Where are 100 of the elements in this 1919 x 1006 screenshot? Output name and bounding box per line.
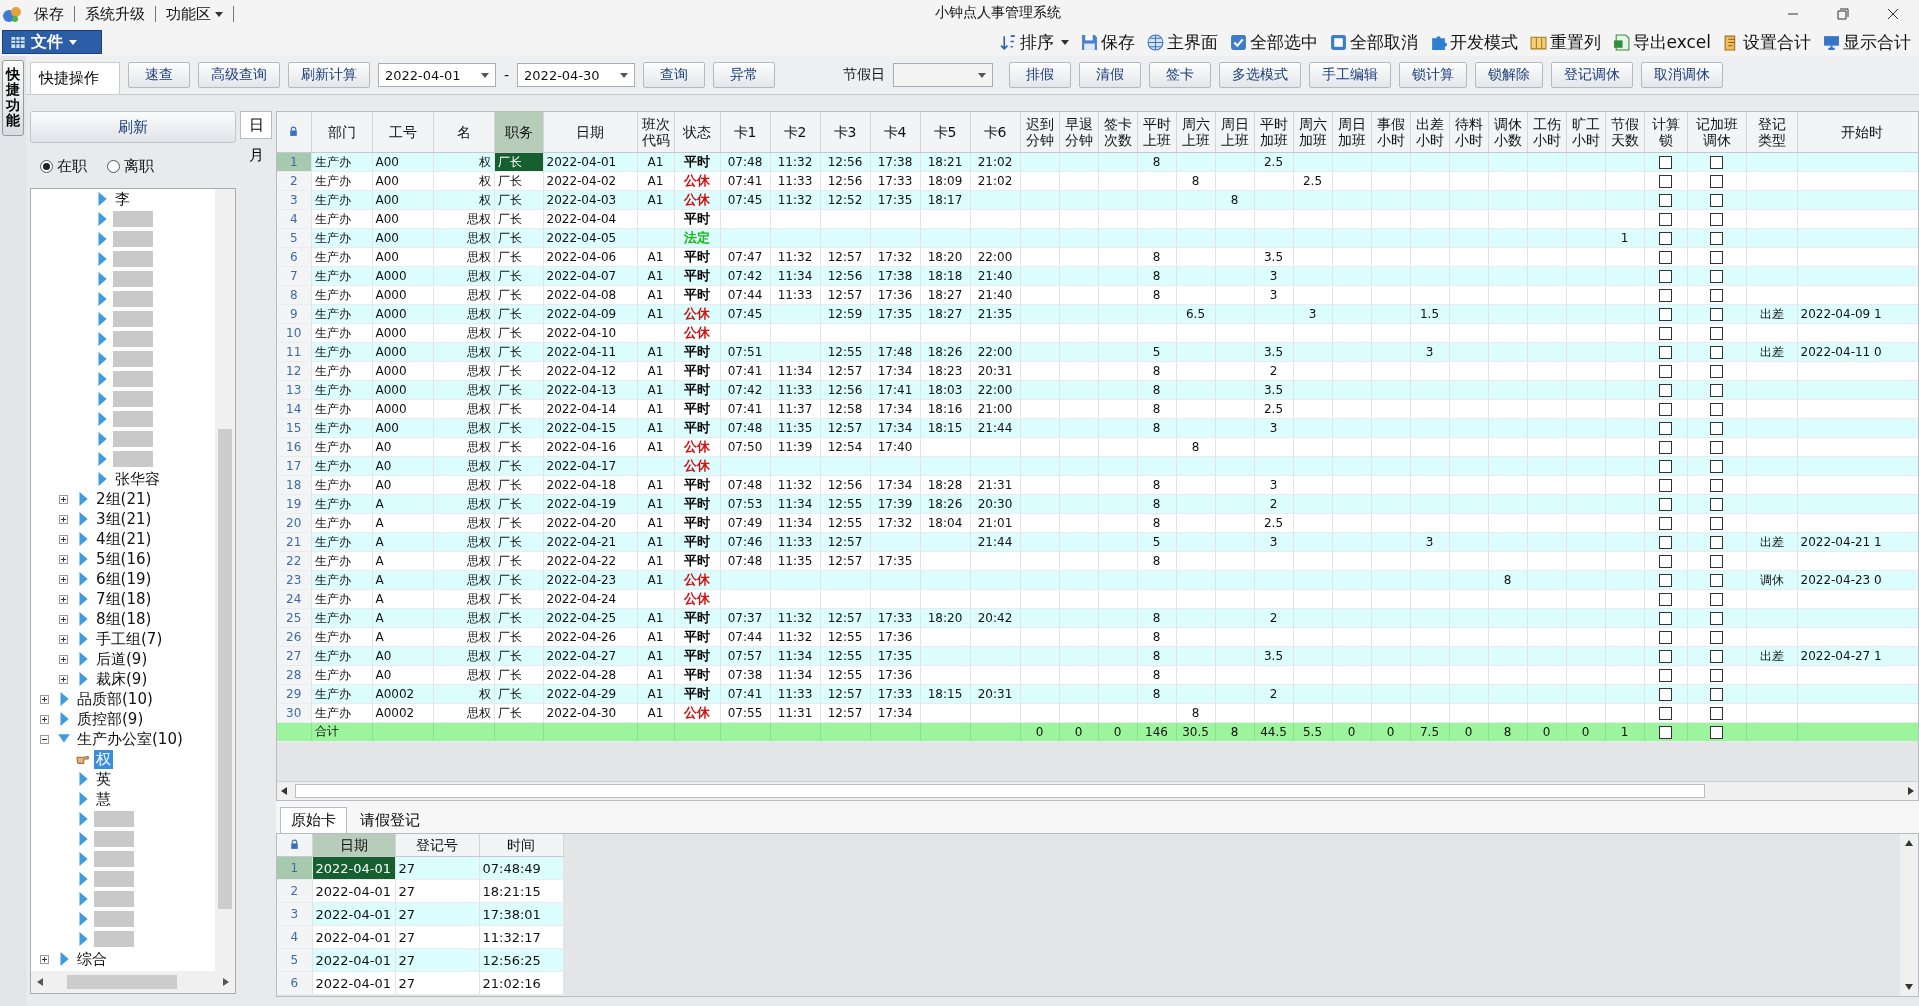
column-header[interactable]: 卡6 (970, 112, 1020, 153)
column-header[interactable]: 状态 (674, 112, 720, 153)
tree-item[interactable]: 质控部(9) (75, 709, 146, 729)
checkbox[interactable] (1710, 631, 1723, 644)
checkbox[interactable] (1710, 707, 1723, 720)
column-header[interactable]: 日期 (543, 112, 637, 153)
checkbox[interactable] (1659, 156, 1672, 169)
tree-item[interactable]: 3组(21) (94, 509, 154, 529)
tree-item[interactable]: 8组(18) (94, 609, 154, 629)
expander-icon[interactable] (59, 554, 68, 564)
toolbar-button[interactable]: 全部取消 (1327, 30, 1420, 54)
expander-icon[interactable] (40, 734, 49, 744)
scroll-down-icon[interactable] (1905, 984, 1913, 990)
column-header[interactable]: 登记号 (395, 834, 479, 857)
checkbox[interactable] (1659, 308, 1672, 321)
period-tab[interactable]: 日 (240, 111, 272, 139)
column-header[interactable]: 签卡 次数 (1098, 112, 1137, 153)
column-header[interactable]: 工号 (372, 112, 433, 153)
checkbox[interactable] (1710, 688, 1723, 701)
column-header[interactable]: 卡4 (870, 112, 920, 153)
tree-item[interactable]: 李 (113, 189, 132, 209)
checkbox[interactable] (1659, 175, 1672, 188)
caret-icon[interactable] (215, 11, 223, 17)
checkbox[interactable] (1659, 574, 1672, 587)
checkbox[interactable] (1659, 707, 1672, 720)
column-header[interactable]: 卡3 (820, 112, 870, 153)
checkbox[interactable] (1659, 327, 1672, 340)
scroll-right-icon[interactable] (223, 978, 229, 986)
expander-icon[interactable] (59, 594, 68, 604)
checkbox[interactable] (1659, 517, 1672, 530)
checkbox[interactable] (1710, 517, 1723, 530)
column-header[interactable]: 周日 上班 (1215, 112, 1254, 153)
toolbar-button[interactable]: 显示合计 (1821, 30, 1913, 54)
row-number[interactable]: 3 (277, 902, 312, 926)
row-number[interactable]: 5 (277, 948, 312, 972)
checkbox[interactable] (1710, 725, 1723, 739)
toolbar-button[interactable]: 排序 (997, 30, 1071, 54)
row-number[interactable]: 4 (277, 925, 312, 949)
action-button[interactable]: 锁计算 (1399, 62, 1468, 88)
tree-item[interactable]: 综合 (75, 949, 109, 969)
column-header[interactable]: 平时 加班 (1254, 112, 1293, 153)
column-header[interactable]: 周日 加班 (1332, 112, 1371, 153)
checkbox[interactable] (1659, 536, 1672, 549)
quick-ops-tab[interactable]: 快捷操作 (30, 62, 120, 94)
checkbox[interactable] (1659, 650, 1672, 663)
column-header[interactable] (277, 112, 311, 153)
action-button[interactable]: 签卡 (1149, 62, 1212, 88)
checkbox[interactable] (1710, 194, 1723, 207)
toolbar-button[interactable]: 保存 (1078, 30, 1137, 54)
tree-item[interactable]: 2组(21) (94, 489, 154, 509)
tree-item[interactable]: 5组(16) (94, 549, 154, 569)
scrollbar[interactable] (277, 781, 1918, 800)
checkbox[interactable] (1659, 384, 1672, 397)
column-header[interactable]: 早退 分钟 (1059, 112, 1098, 153)
date-field[interactable]: 2022-04-01 (378, 63, 496, 87)
checkbox[interactable] (1659, 213, 1672, 226)
action-button[interactable]: 异常 (713, 62, 776, 88)
checkbox[interactable] (1659, 498, 1672, 511)
status-radio[interactable]: 离职 (107, 157, 154, 176)
action-button[interactable]: 刷新计算 (288, 62, 370, 88)
checkbox[interactable] (1710, 650, 1723, 663)
expander-icon[interactable] (59, 634, 68, 644)
checkbox[interactable] (1659, 232, 1672, 245)
expander-icon[interactable] (59, 534, 68, 544)
toolbar-button[interactable]: 设置合计 (1721, 30, 1813, 54)
close-icon[interactable] (1887, 8, 1899, 20)
detail-tab[interactable]: 原始卡 (280, 807, 347, 833)
column-header[interactable]: 部门 (311, 112, 372, 153)
column-header[interactable]: 出差 小时 (1410, 112, 1449, 153)
caret-icon[interactable] (481, 72, 489, 78)
scroll-left-icon[interactable] (37, 978, 43, 986)
toolbar-button[interactable]: 导出excel (1610, 30, 1713, 54)
toolbar-button[interactable]: 全部选中 (1227, 30, 1320, 54)
action-button[interactable]: 速查 (128, 62, 190, 88)
quick-access-item[interactable]: 保存 (28, 4, 70, 24)
column-header[interactable]: 工伤 小时 (1527, 112, 1566, 153)
tree-item[interactable]: 英 (94, 769, 113, 789)
checkbox[interactable] (1710, 289, 1723, 302)
expander-icon[interactable] (59, 494, 68, 504)
checkbox[interactable] (1710, 156, 1723, 169)
checkbox[interactable] (1710, 441, 1723, 454)
scrollbar[interactable] (31, 971, 235, 993)
checkbox[interactable] (1659, 422, 1672, 435)
quick-access-item[interactable]: 系统升级 (79, 4, 151, 24)
column-header[interactable]: 周六 加班 (1293, 112, 1332, 153)
checkbox[interactable] (1659, 194, 1672, 207)
action-button[interactable]: 查询 (643, 62, 706, 88)
checkbox[interactable] (1659, 593, 1672, 606)
tree-item[interactable]: 手工组(7) (94, 629, 165, 649)
column-header[interactable]: 待料 小时 (1449, 112, 1488, 153)
checkbox[interactable] (1710, 422, 1723, 435)
checkbox[interactable] (1710, 232, 1723, 245)
checkbox[interactable] (1710, 593, 1723, 606)
action-button[interactable]: 清假 (1079, 62, 1142, 88)
checkbox[interactable] (1710, 498, 1723, 511)
action-button[interactable]: 登记调休 (1551, 62, 1634, 88)
checkbox[interactable] (1710, 175, 1723, 188)
checkbox[interactable] (1659, 725, 1672, 739)
tree-item[interactable]: 7组(18) (94, 589, 154, 609)
scroll-right-icon[interactable] (1908, 787, 1914, 795)
